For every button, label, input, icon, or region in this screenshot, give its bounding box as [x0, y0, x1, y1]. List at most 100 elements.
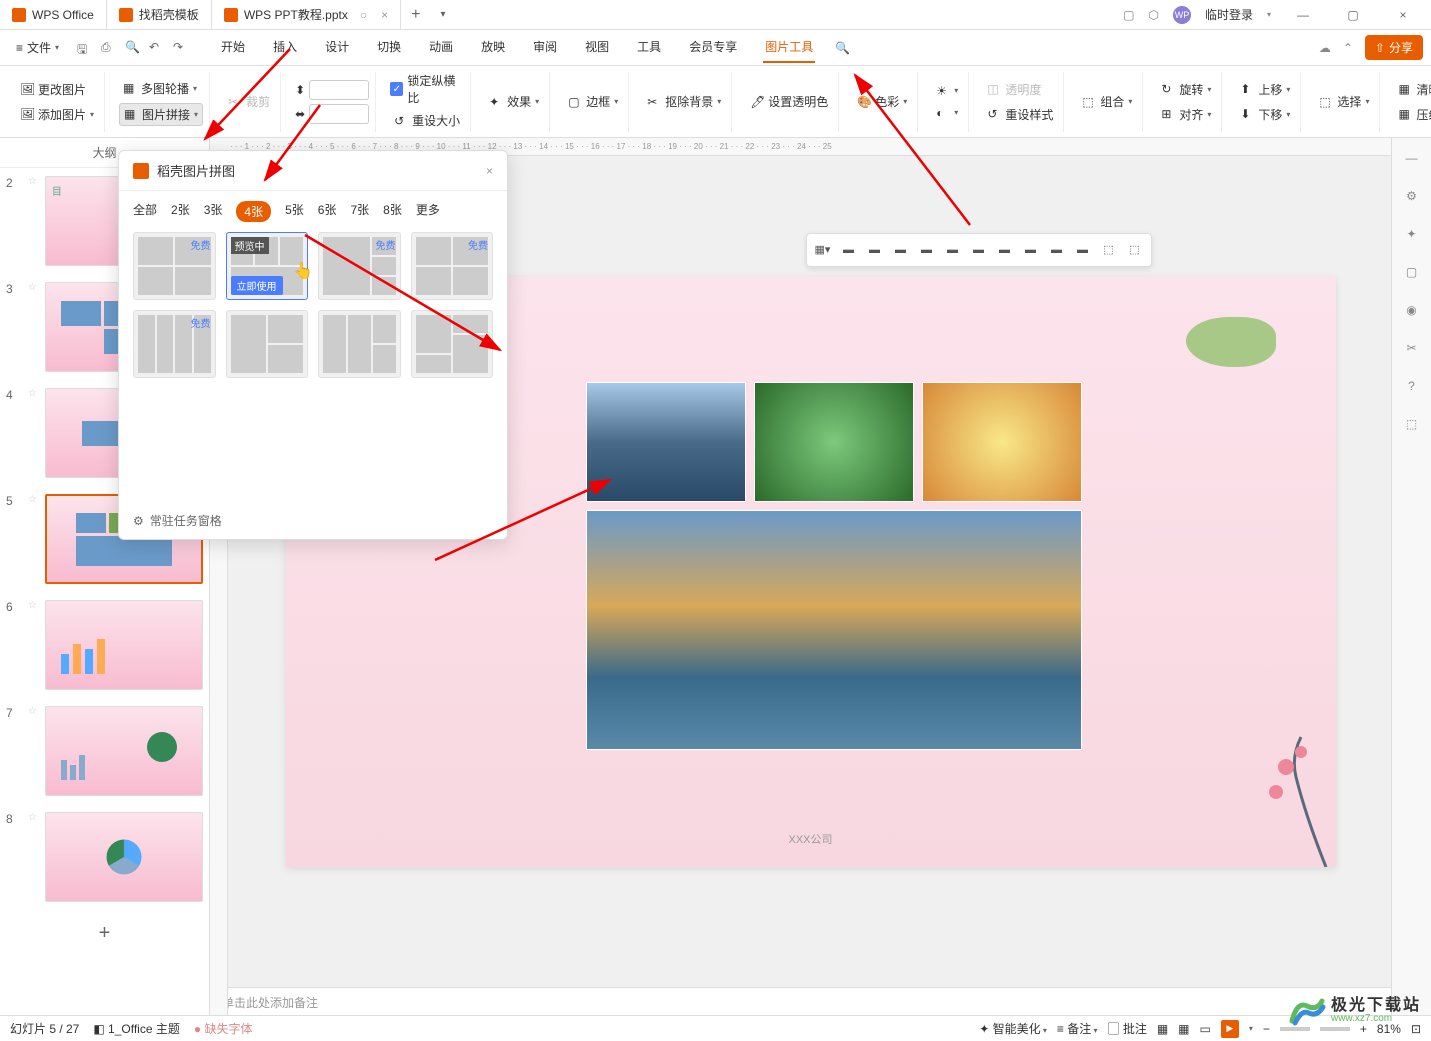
- ft-align-left-icon[interactable]: ▬: [837, 238, 861, 262]
- tab-wps-office[interactable]: WPS Office: [0, 0, 107, 29]
- ft-ungroup-icon[interactable]: ⬚: [1123, 238, 1147, 262]
- tab-tools[interactable]: 工具: [635, 32, 663, 63]
- view-reading-icon[interactable]: ▭: [1200, 1022, 1211, 1036]
- group-button[interactable]: ⬚组合▾: [1078, 91, 1136, 112]
- slideshow-play-button[interactable]: ▶: [1221, 1020, 1239, 1038]
- share-button[interactable]: ⇧ 分享: [1365, 35, 1423, 60]
- zoom-out-button[interactable]: −: [1263, 1022, 1270, 1036]
- image-maple[interactable]: [922, 382, 1082, 502]
- tab-transition[interactable]: 切换: [375, 32, 403, 63]
- ft-space-h-icon[interactable]: ▬: [1045, 238, 1069, 262]
- notes-input[interactable]: 单击此处添加备注: [210, 987, 1391, 1015]
- login-caret-icon[interactable]: ▾: [1267, 10, 1271, 19]
- ft-align-middle-icon[interactable]: ▬: [941, 238, 965, 262]
- popup-tab-all[interactable]: 全部: [133, 201, 157, 222]
- transparency-button[interactable]: ◫透明度: [983, 79, 1057, 100]
- change-picture-button[interactable]: 🖼更改图片: [16, 79, 98, 100]
- user-avatar[interactable]: WP: [1173, 6, 1191, 24]
- color-button[interactable]: 🎨色彩▾: [853, 91, 911, 112]
- image-leaf[interactable]: [754, 382, 914, 502]
- more-icon[interactable]: ⬚: [1402, 414, 1422, 434]
- popup-tab-4[interactable]: 4张: [236, 201, 271, 222]
- slide-thumb-7[interactable]: 7☆: [0, 698, 209, 804]
- search-icon[interactable]: 🔍: [835, 41, 850, 55]
- picture-stitch-button[interactable]: ▦图片拼接▾: [119, 103, 203, 126]
- template-5[interactable]: 免费: [133, 310, 216, 378]
- select-button[interactable]: ⬚选择▾: [1315, 91, 1373, 112]
- popup-close-button[interactable]: ×: [486, 164, 493, 178]
- clarity-button[interactable]: ▦清晰化▾: [1394, 79, 1431, 100]
- maximize-button[interactable]: ▢: [1335, 8, 1371, 22]
- tab-menu-button[interactable]: ▾: [430, 9, 455, 20]
- print-preview-icon[interactable]: 🔍: [125, 40, 141, 56]
- width-input[interactable]: [309, 104, 369, 124]
- popup-tab-3[interactable]: 3张: [204, 201, 223, 222]
- remove-bg-button[interactable]: ✂抠除背景▾: [643, 91, 725, 112]
- tools-icon[interactable]: ✂: [1402, 338, 1422, 358]
- slide-thumb-6[interactable]: 6☆: [0, 592, 209, 698]
- tab-slideshow[interactable]: 放映: [479, 32, 507, 63]
- tab-design[interactable]: 设计: [323, 32, 351, 63]
- login-label[interactable]: 临时登录: [1205, 6, 1253, 23]
- border-button[interactable]: ▢边框▾: [564, 91, 622, 112]
- ft-distribute-v-icon[interactable]: ▬: [1019, 238, 1043, 262]
- theme-indicator[interactable]: ◧ 1_Office 主题: [93, 1020, 179, 1037]
- new-tab-button[interactable]: +: [401, 6, 430, 24]
- popup-tab-2[interactable]: 2张: [171, 201, 190, 222]
- template-icon[interactable]: ▢: [1402, 262, 1422, 282]
- popup-tab-7[interactable]: 7张: [350, 201, 369, 222]
- popup-tab-5[interactable]: 5张: [285, 201, 304, 222]
- compress-button[interactable]: ▦压缩图片: [1394, 104, 1431, 125]
- undo-icon[interactable]: ↶: [149, 40, 165, 56]
- popup-tab-more[interactable]: 更多: [416, 201, 440, 222]
- ft-crop-icon[interactable]: ▦▾: [811, 238, 835, 262]
- contrast-button[interactable]: ◐▾: [932, 104, 962, 122]
- sparkle-icon[interactable]: ✦: [1402, 224, 1422, 244]
- object-icon[interactable]: ◉: [1402, 300, 1422, 320]
- missing-font-warning[interactable]: ● 缺失字体: [194, 1020, 253, 1037]
- settings-icon[interactable]: ⚙: [1402, 186, 1422, 206]
- tab-docer-templates[interactable]: 找稻壳模板: [107, 0, 212, 29]
- ft-space-v-icon[interactable]: ▬: [1071, 238, 1095, 262]
- file-menu-button[interactable]: ≡ 文件 ▾: [8, 35, 67, 60]
- minus-icon[interactable]: —: [1402, 148, 1422, 168]
- collapse-ribbon-icon[interactable]: ⌃: [1343, 41, 1353, 55]
- image-collage[interactable]: [586, 382, 1086, 750]
- tab-animation[interactable]: 动画: [427, 32, 455, 63]
- beautify-button[interactable]: ✦ 智能美化 ▾: [979, 1020, 1047, 1037]
- tab-picture-tools[interactable]: 图片工具: [763, 32, 815, 63]
- tab-start[interactable]: 开始: [219, 32, 247, 63]
- image-mountain[interactable]: [586, 382, 746, 502]
- ft-distribute-h-icon[interactable]: ▬: [993, 238, 1017, 262]
- template-8[interactable]: [411, 310, 494, 378]
- template-4[interactable]: 免费: [411, 232, 494, 300]
- ft-align-bottom-icon[interactable]: ▬: [967, 238, 991, 262]
- tab-review[interactable]: 审阅: [531, 32, 559, 63]
- lock-ratio-checkbox[interactable]: ✓锁定纵横比: [390, 72, 464, 106]
- move-down-button[interactable]: ⬇下移▾: [1236, 104, 1294, 125]
- set-transparent-button[interactable]: 🖊设置透明色: [746, 91, 832, 112]
- comments-toggle[interactable]: ▢ 批注: [1107, 1020, 1146, 1037]
- tab-view[interactable]: 视图: [583, 32, 611, 63]
- rotate-button[interactable]: ↻旋转▾: [1157, 79, 1215, 100]
- notes-toggle[interactable]: ≡ 备注 ▾: [1057, 1020, 1098, 1037]
- print-icon[interactable]: ⎙: [101, 40, 117, 56]
- brightness-button[interactable]: ☀▾: [932, 82, 962, 100]
- template-7[interactable]: [318, 310, 401, 378]
- template-3[interactable]: 免费: [318, 232, 401, 300]
- popup-tab-8[interactable]: 8张: [383, 201, 402, 222]
- image-lake[interactable]: [586, 510, 1082, 750]
- tab-close-button[interactable]: ×: [381, 8, 388, 22]
- minimize-button[interactable]: —: [1285, 8, 1321, 22]
- effect-button[interactable]: ✦效果▾: [485, 91, 543, 112]
- ft-group-icon[interactable]: ⬚: [1097, 238, 1121, 262]
- ft-align-top-icon[interactable]: ▬: [915, 238, 939, 262]
- crop-button[interactable]: ✂裁剪: [224, 91, 274, 112]
- redo-icon[interactable]: ↷: [173, 40, 189, 56]
- use-now-button[interactable]: 立即使用: [231, 276, 283, 295]
- cloud-icon[interactable]: ☁: [1319, 41, 1331, 55]
- slide-thumb-8[interactable]: 8☆: [0, 804, 209, 910]
- reset-size-button[interactable]: ↺重设大小: [390, 110, 464, 131]
- help-icon[interactable]: ?: [1402, 376, 1422, 396]
- tab-current-document[interactable]: WPS PPT教程.pptx ○ ×: [212, 0, 401, 29]
